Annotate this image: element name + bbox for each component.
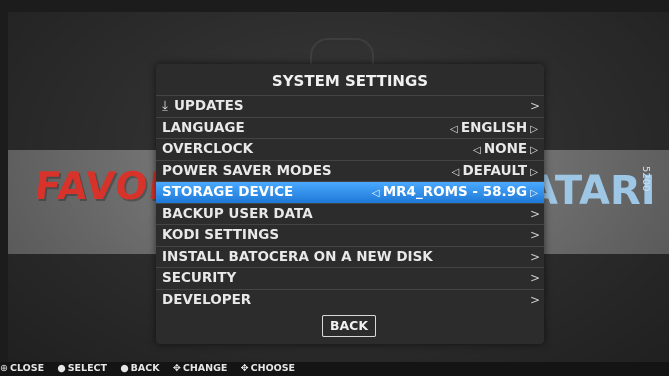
menu-item-label: DEVELOPER bbox=[162, 291, 252, 308]
menu-item-label: SECURITY bbox=[162, 270, 237, 286]
menu-item-label: KODI SETTINGS bbox=[162, 227, 280, 243]
download-icon: ⤓ bbox=[162, 98, 168, 114]
power-saver-value-text: DEFAULT bbox=[462, 162, 528, 179]
menu-item-storage-device[interactable]: STORAGE DEVICE ◁ MR4_ROMS - 58.9G ▷ bbox=[156, 181, 544, 203]
help-select: ● SELECT bbox=[57, 363, 112, 374]
help-select-label: SELECT bbox=[67, 363, 108, 374]
menu-item-label: LANGUAGE bbox=[162, 119, 245, 136]
button-b-icon: ● bbox=[120, 363, 129, 374]
menu-item-backup-user-data[interactable]: BACKUP USER DATA > bbox=[156, 202, 544, 225]
menu-item-updates[interactable]: ⤓ UPDATES > bbox=[156, 95, 544, 117]
menu-item-label: UPDATES bbox=[173, 98, 244, 114]
arrow-left-icon: ◁ bbox=[472, 145, 484, 156]
button-a-icon: ● bbox=[57, 363, 66, 374]
help-choose: ✥ CHOOSE bbox=[241, 363, 300, 374]
chevron-right-icon: > bbox=[529, 249, 540, 264]
help-close-label: CLOSE bbox=[9, 363, 45, 374]
arrow-right-icon: ▷ bbox=[527, 123, 538, 135]
chevron-right-icon: > bbox=[529, 292, 540, 307]
button-icon: ⊕ bbox=[0, 363, 8, 374]
help-back: ● BACK bbox=[120, 363, 164, 374]
menu-item-label: BACKUP USER DATA bbox=[162, 205, 313, 222]
arrow-right-icon: ▷ bbox=[527, 188, 538, 199]
overclock-value[interactable]: ◁ NONE ▷ bbox=[473, 139, 538, 162]
menu-item-security[interactable]: SECURITY > bbox=[156, 267, 544, 289]
menu-item-developer[interactable]: DEVELOPER > bbox=[156, 288, 544, 311]
chevron-right-icon: > bbox=[529, 206, 540, 221]
language-value-text: ENGLISH bbox=[460, 119, 528, 136]
help-close: ⊕ CLOSE bbox=[0, 363, 49, 374]
language-value[interactable]: ◁ ENGLISH ▷ bbox=[450, 118, 538, 141]
menu-item-language[interactable]: LANGUAGE ◁ ENGLISH ▷ bbox=[156, 116, 544, 141]
help-change: ✥ CHANGE bbox=[173, 363, 232, 374]
chevron-right-icon: > bbox=[529, 99, 540, 113]
help-change-label: CHANGE bbox=[182, 363, 228, 374]
storage-device-value-text: MR4_ROMS - 58.9G bbox=[382, 184, 528, 200]
overclock-value-text: NONE bbox=[483, 141, 528, 157]
menu-item-overclock[interactable]: OVERCLOCK ◁ NONE ▷ bbox=[156, 138, 544, 160]
carousel-right-title: ATARI bbox=[527, 168, 656, 214]
help-choose-label: CHOOSE bbox=[250, 363, 296, 374]
arrow-left-icon: ◁ bbox=[450, 123, 461, 135]
dpad-horizontal-icon: ✥ bbox=[172, 363, 181, 374]
arrow-left-icon: ◁ bbox=[451, 166, 463, 178]
dpad-vertical-icon: ✥ bbox=[240, 363, 249, 374]
menu-item-label: POWER SAVER MODES bbox=[162, 162, 332, 179]
storage-device-value[interactable]: ◁ MR4_ROMS - 58.9G ▷ bbox=[372, 182, 538, 205]
arrow-right-icon: ▷ bbox=[527, 166, 538, 178]
menu-item-install-batocera[interactable]: INSTALL BATOCERA ON A NEW DISK > bbox=[156, 245, 544, 268]
chevron-right-icon: > bbox=[529, 271, 540, 285]
menu-item-label: INSTALL BATOCERA ON A NEW DISK bbox=[162, 248, 433, 265]
carousel-right-subtitle: 5200 bbox=[640, 166, 651, 192]
help-bar: ⊕ CLOSE ● SELECT ● BACK ✥ CHANGE ✥ CHOOSE bbox=[0, 362, 669, 376]
settings-menu: ⤓ UPDATES > LANGUAGE ◁ ENGLISH ▷ OVERCLOC… bbox=[156, 95, 544, 310]
menu-item-power-saver-modes[interactable]: POWER SAVER MODES ◁ DEFAULT ▷ bbox=[156, 159, 544, 184]
help-back-label: BACK bbox=[130, 363, 160, 374]
menu-item-label: STORAGE DEVICE bbox=[162, 184, 294, 200]
arrow-left-icon: ◁ bbox=[371, 188, 383, 199]
power-saver-value[interactable]: ◁ DEFAULT ▷ bbox=[452, 161, 538, 184]
menu-item-kodi-settings[interactable]: KODI SETTINGS > bbox=[156, 224, 544, 246]
arrow-right-icon: ▷ bbox=[527, 145, 538, 156]
back-button[interactable]: BACK bbox=[322, 315, 376, 337]
chevron-right-icon: > bbox=[529, 228, 540, 242]
system-settings-dialog: SYSTEM SETTINGS ⤓ UPDATES > LANGUAGE ◁ EN… bbox=[156, 64, 544, 344]
menu-item-label: OVERCLOCK bbox=[162, 141, 254, 157]
dialog-title: SYSTEM SETTINGS bbox=[271, 72, 429, 90]
